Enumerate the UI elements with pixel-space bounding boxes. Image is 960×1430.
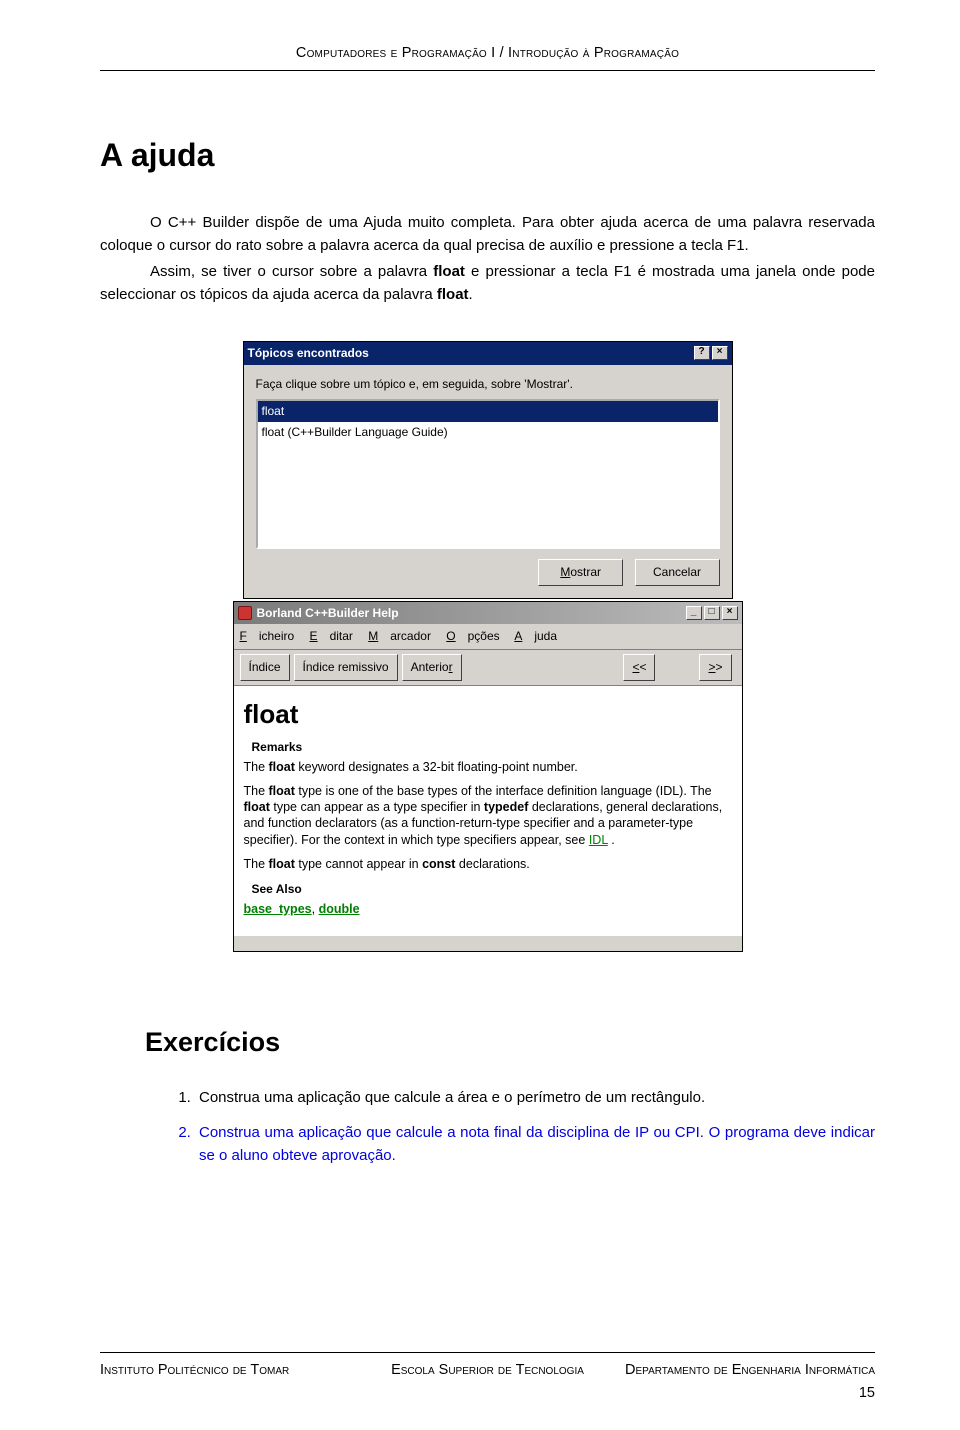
list-item: Construa uma aplicação que calcule a áre…	[195, 1086, 875, 1109]
help-para: The float type cannot appear in const de…	[244, 856, 732, 872]
list-item[interactable]: float (C++Builder Language Guide)	[258, 422, 718, 443]
kw-float-2: float	[437, 286, 469, 303]
menu-help[interactable]: Ajuda	[514, 629, 557, 643]
help-toolbar: Índice Índice remissivo Anterior << >>	[234, 650, 742, 686]
paragraph-2: Assim, se tiver o cursor sobre a palavra…	[100, 260, 875, 307]
link-double[interactable]: double	[319, 902, 360, 916]
list-item: Construa uma aplicação que calcule a not…	[195, 1121, 875, 1168]
exercises-heading: Exercícios	[145, 1022, 875, 1064]
seealso-heading: See Also	[252, 880, 732, 899]
running-header: Computadores e Programação I / Introduçã…	[100, 42, 875, 64]
help-heading: float	[244, 694, 732, 734]
close-icon[interactable]: ×	[722, 606, 738, 620]
menu-bookmark[interactable]: Marcador	[368, 629, 431, 643]
seealso-links: base_types, double	[244, 901, 732, 917]
p2-text: Assim, se tiver o cursor sobre a palavra	[150, 263, 433, 280]
help-para: The float type is one of the base types …	[244, 783, 732, 848]
help-para: The float keyword designates a 32-bit fl…	[244, 759, 732, 775]
btn-next[interactable]: >>	[699, 654, 731, 681]
minimize-icon[interactable]: _	[686, 606, 702, 620]
btn-remissive[interactable]: Índice remissivo	[294, 654, 398, 681]
dialog-titlebar[interactable]: Tópicos encontrados ? ×	[244, 342, 732, 365]
btn-prev[interactable]: <<	[623, 654, 655, 681]
maximize-icon[interactable]: □	[704, 606, 720, 620]
paragraph-1: O C++ Builder dispõe de uma Ajuda muito …	[100, 211, 875, 258]
menu-file[interactable]: Ficheiro	[240, 629, 295, 643]
cancel-button[interactable]: Cancelar	[635, 559, 720, 586]
p2-dot: .	[469, 286, 473, 303]
footer-rule	[100, 1352, 875, 1353]
exercises-list: Construa uma aplicação que calcule a áre…	[195, 1086, 875, 1168]
link-idl[interactable]: IDL	[589, 833, 608, 847]
page-footer: Instituto Politécnico de Tomar Escola Su…	[0, 1352, 960, 1404]
help-titlebar[interactable]: Borland C++Builder Help _ □ ×	[234, 602, 742, 625]
footer-left: Instituto Politécnico de Tomar	[100, 1359, 358, 1404]
kw-float-1: float	[433, 263, 465, 280]
header-rule	[100, 70, 875, 71]
help-icon[interactable]: ?	[694, 346, 710, 360]
link-base-types[interactable]: base_types	[244, 902, 312, 916]
btn-back[interactable]: Anterior	[402, 654, 462, 681]
page-title: A ajuda	[100, 131, 875, 181]
menu-edit[interactable]: Editar	[310, 629, 353, 643]
help-title: Borland C++Builder Help	[257, 604, 399, 623]
menu-options[interactable]: Opções	[446, 629, 499, 643]
btn-index[interactable]: Índice	[240, 654, 290, 681]
dialog-title: Tópicos encontrados	[248, 344, 369, 363]
help-window: Borland C++Builder Help _ □ × Ficheiro E…	[233, 601, 743, 952]
app-icon	[238, 606, 252, 620]
close-icon[interactable]: ×	[712, 346, 728, 360]
list-item[interactable]: float	[258, 401, 718, 422]
dialog-instruction: Faça clique sobre um tópico e, em seguid…	[256, 375, 720, 394]
remarks-heading: Remarks	[252, 738, 732, 757]
help-content: float Remarks The float keyword designat…	[234, 686, 742, 935]
status-bar	[234, 935, 742, 951]
topics-dialog: Tópicos encontrados ? × Faça clique sobr…	[243, 341, 733, 599]
show-button[interactable]: Mostrar	[538, 559, 623, 586]
menu-bar[interactable]: Ficheiro Editar Marcador Opções Ajuda	[234, 624, 742, 650]
footer-right: Departamento de Engenharia Informática 1…	[617, 1359, 875, 1404]
topics-listbox[interactable]: float float (C++Builder Language Guide)	[256, 399, 720, 549]
footer-center: Escola Superior de Tecnologia	[358, 1359, 616, 1404]
